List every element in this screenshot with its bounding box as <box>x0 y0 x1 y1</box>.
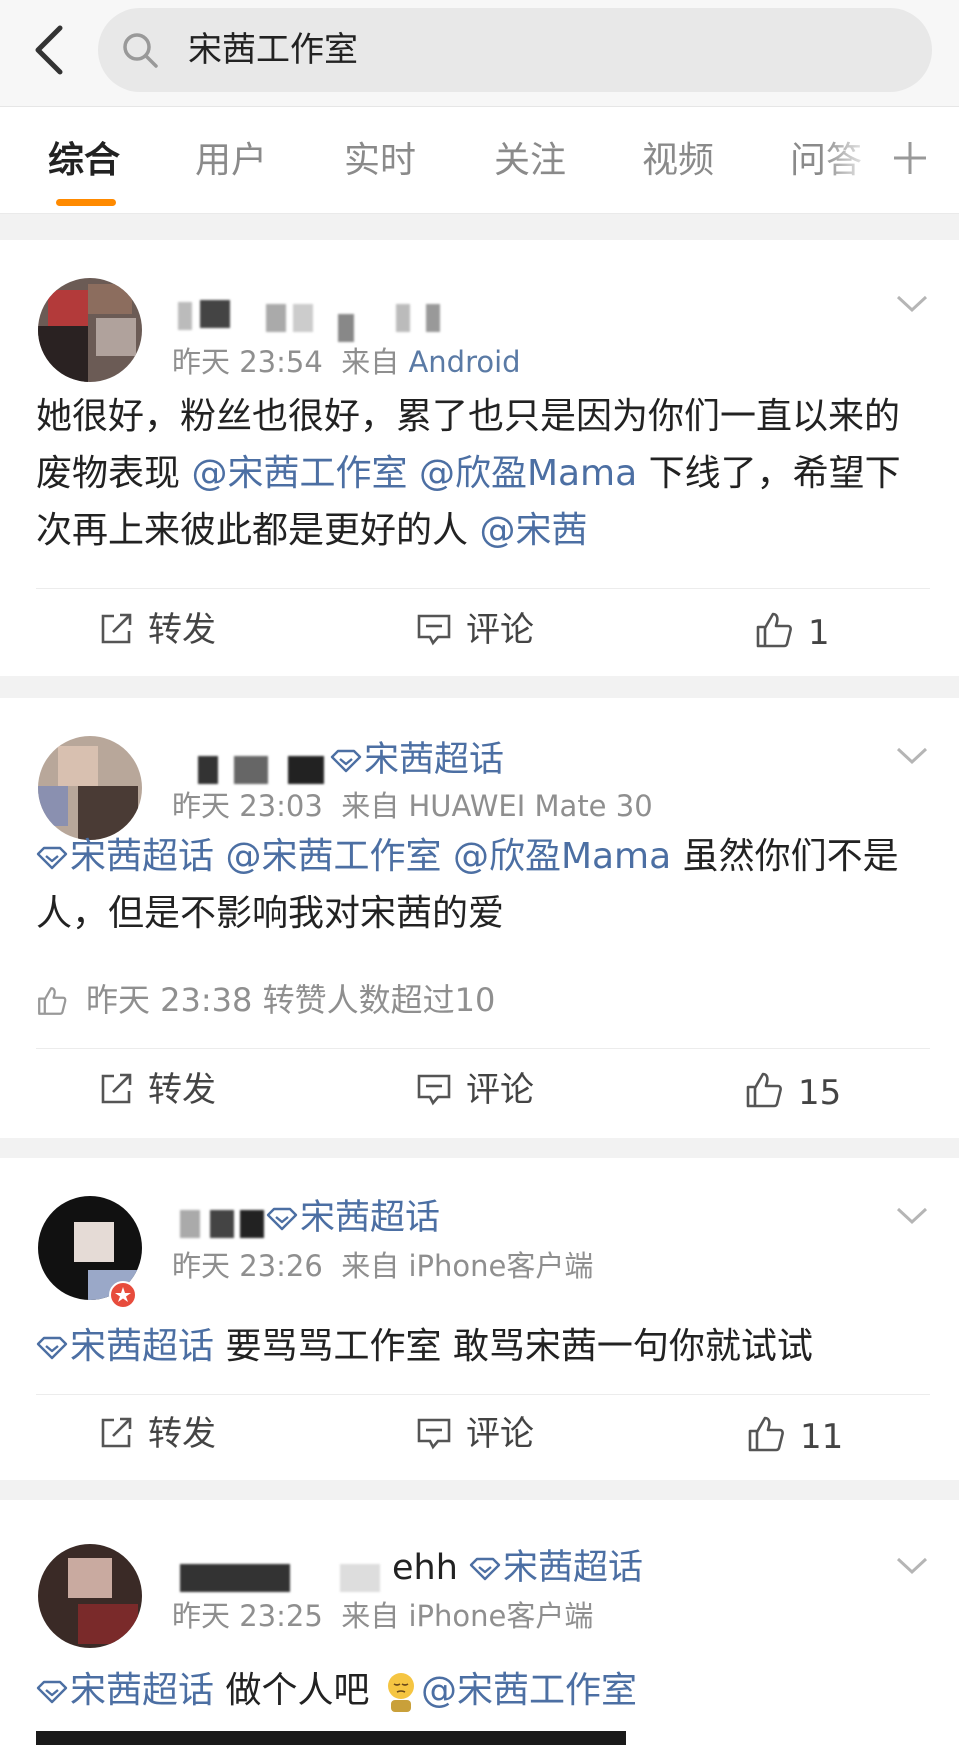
post-text: 宋茜超话 做个人吧 @宋茜工作室 <box>36 1662 926 1719</box>
chevron-down-icon[interactable] <box>895 1206 929 1226</box>
tired-face-emoji-icon <box>387 1673 414 1712</box>
image-preview-edge <box>36 1731 626 1745</box>
tab-realtime[interactable]: 实时 <box>344 139 416 183</box>
verified-badge-icon <box>109 1281 137 1309</box>
like-button[interactable]: 1 <box>754 610 830 653</box>
comment-button[interactable]: 评论 <box>416 1070 534 1110</box>
super-topic-tag[interactable]: 宋茜超话 <box>266 1196 440 1240</box>
super-topic-link[interactable]: 宋茜超话 <box>36 836 214 877</box>
comment-icon <box>417 1418 451 1450</box>
super-topic-tag[interactable]: 宋茜超话 <box>330 738 504 782</box>
comment-button[interactable]: 评论 <box>416 1414 534 1454</box>
divider <box>36 1394 930 1395</box>
post-card: 宋茜超话 昨天 23:26 来自 iPhone客户端 宋茜超话 要骂骂工作室 敢… <box>0 1158 959 1480</box>
mention-link[interactable]: @宋茜工作室 <box>191 453 407 494</box>
comment-icon <box>417 1074 451 1106</box>
chevron-down-icon[interactable] <box>895 294 929 314</box>
username-blurred[interactable] <box>198 752 328 786</box>
mention-link[interactable]: @欣盈Mama <box>453 836 671 877</box>
search-bar[interactable]: 宋茜工作室 <box>98 8 932 92</box>
comment-button[interactable]: 评论 <box>416 610 534 650</box>
diamond-icon <box>36 1336 68 1360</box>
repost-button[interactable]: 转发 <box>98 1070 216 1110</box>
post-meta: 昨天 23:26 来自 iPhone客户端 <box>172 1249 594 1283</box>
repost-icon <box>101 1073 132 1104</box>
post-text: 宋茜超话 @宋茜工作室 @欣盈Mama 虽然你们不是人，但是不影响我对宋茜的爱 <box>36 836 899 934</box>
post-meta: 昨天 23:25 来自 iPhone客户端 <box>172 1599 594 1633</box>
repost-button[interactable]: 转发 <box>98 610 216 650</box>
post-card: 昨天 23:54 来自 Android 她很好，粉丝也很好，累了也只是因为你们一… <box>0 240 959 676</box>
tab-all[interactable]: 综合 <box>48 139 120 183</box>
like-button[interactable]: 15 <box>744 1070 841 1113</box>
avatar[interactable] <box>38 736 142 840</box>
tab-users[interactable]: 用户 <box>195 139 267 183</box>
diamond-icon <box>469 1557 501 1581</box>
post-card: 宋茜超话 昨天 23:03 来自 HUAWEI Mate 30 宋茜超话 @宋茜… <box>0 698 959 1138</box>
avatar[interactable] <box>38 278 142 382</box>
avatar[interactable] <box>38 1544 142 1648</box>
comment-icon <box>417 614 451 646</box>
repost-icon <box>101 1417 132 1448</box>
repost-button[interactable]: 转发 <box>98 1414 216 1454</box>
super-topic-tag[interactable]: ehh 宋茜超话 <box>392 1546 643 1590</box>
username-blurred[interactable] <box>180 1206 270 1240</box>
search-tabs: 综合 用户 实时 关注 视频 问答 <box>0 106 959 214</box>
diamond-icon <box>266 1207 298 1231</box>
post-text: 宋茜超话 要骂骂工作室 敢骂宋茜一句你就试试 <box>36 1318 926 1375</box>
add-tab-icon[interactable] <box>890 138 930 178</box>
mention-link[interactable]: @欣盈Mama <box>419 453 637 494</box>
post-text: 她很好，粉丝也很好，累了也只是因为你们一直以来的废物表现 @宋茜工作室 @欣盈M… <box>36 396 901 551</box>
diamond-icon <box>36 1680 68 1704</box>
back-arrow-icon[interactable] <box>28 22 76 78</box>
post-meta: 昨天 23:03 来自 HUAWEI Mate 30 <box>172 789 653 823</box>
thumbs-up-icon <box>748 1416 784 1452</box>
top-bar: 宋茜工作室 <box>0 0 959 106</box>
active-tab-indicator <box>56 199 116 206</box>
username-blurred[interactable] <box>178 300 468 342</box>
chevron-down-icon[interactable] <box>895 1556 929 1576</box>
thumbs-up-icon <box>756 612 792 648</box>
divider <box>36 1048 930 1049</box>
tab-video[interactable]: 视频 <box>642 139 714 183</box>
divider <box>36 588 930 589</box>
tab-following[interactable]: 关注 <box>494 139 566 183</box>
username-blurred[interactable] <box>180 1560 390 1594</box>
repost-icon <box>101 613 132 644</box>
chevron-down-icon[interactable] <box>895 746 929 766</box>
thumbs-up-icon <box>746 1072 782 1108</box>
tab-fade <box>820 107 900 213</box>
search-query[interactable]: 宋茜工作室 <box>188 30 358 70</box>
post-meta: 昨天 23:54 来自 Android <box>172 345 521 379</box>
mention-link[interactable]: @宋茜工作室 <box>421 1670 637 1711</box>
mention-link[interactable]: @宋茜 <box>479 510 587 551</box>
super-topic-link[interactable]: 宋茜超话 <box>36 1670 214 1711</box>
liked-info: 昨天 23:38 转赞人数超过10 <box>36 980 495 1020</box>
thumbs-up-icon <box>38 987 67 1015</box>
post-card: ehh 宋茜超话 昨天 23:25 来自 iPhone客户端 宋茜超话 做个人吧… <box>0 1500 959 1745</box>
diamond-icon <box>36 846 68 870</box>
super-topic-link[interactable]: 宋茜超话 <box>36 1326 214 1367</box>
search-icon <box>123 33 158 68</box>
like-button[interactable]: 11 <box>746 1414 843 1457</box>
mention-link[interactable]: @宋茜工作室 <box>225 836 441 877</box>
diamond-icon <box>330 749 362 773</box>
